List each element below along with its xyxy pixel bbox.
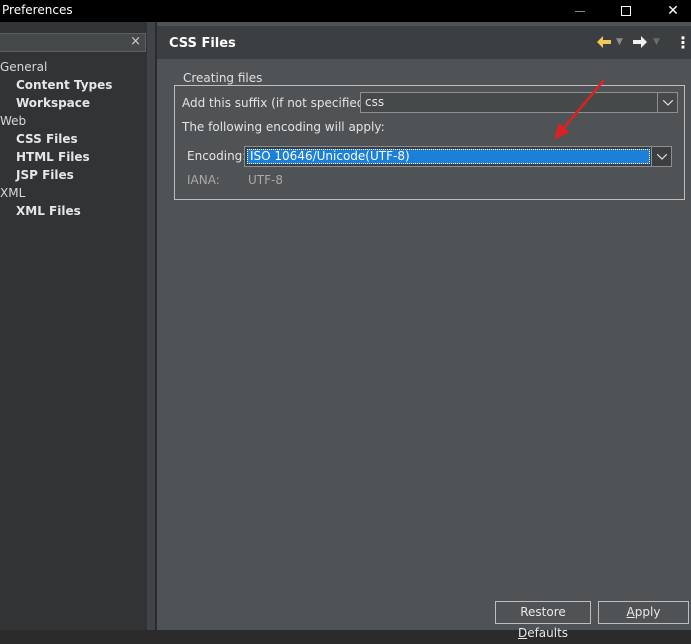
tree-item[interactable]: General: [0, 58, 47, 76]
window-title: Preferences: [2, 3, 73, 17]
close-icon: ✕: [667, 3, 679, 19]
chevron-down-icon[interactable]: [657, 93, 677, 112]
tree-item[interactable]: XML: [0, 184, 25, 202]
filter-input[interactable]: ×: [0, 33, 146, 52]
suffix-combo[interactable]: css: [360, 92, 678, 113]
title-bar: Preferences ✕: [0, 0, 691, 22]
forward-dropdown-icon[interactable]: ▼: [653, 34, 660, 50]
restore-defaults-button[interactable]: Restore Defaults: [495, 601, 591, 640]
minimize-button[interactable]: [562, 0, 598, 22]
close-button[interactable]: ✕: [655, 0, 691, 22]
view-menu-icon[interactable]: ⋮: [675, 33, 691, 52]
annotation-arrow-icon: [554, 79, 605, 140]
tree-item[interactable]: XML Files: [16, 202, 81, 220]
group-legend: Creating files: [180, 71, 266, 85]
tree-item[interactable]: HTML Files: [16, 148, 90, 166]
page-header: CSS Files ▼ ▼ ⋮: [157, 26, 691, 59]
maximize-icon: [621, 6, 631, 16]
iana-value: UTF-8: [248, 173, 283, 187]
back-arrow-icon[interactable]: [597, 34, 611, 50]
iana-label: IANA:: [187, 173, 220, 187]
forward-arrow-icon[interactable]: [633, 34, 647, 50]
tree-item[interactable]: Web: [0, 112, 26, 130]
tree-item[interactable]: JSP Files: [16, 166, 74, 184]
chevron-down-icon[interactable]: [651, 147, 671, 166]
back-dropdown-icon[interactable]: ▼: [616, 34, 623, 50]
encoding-combo[interactable]: ISO 10646/Unicode(UTF-8): [244, 146, 672, 167]
suffix-value: css: [365, 95, 385, 109]
encoding-note: The following encoding will apply:: [182, 120, 385, 134]
minimize-icon: [575, 10, 585, 12]
encoding-label: Encoding:: [187, 149, 247, 163]
maximize-button[interactable]: [608, 0, 644, 22]
tree-item[interactable]: Workspace: [16, 94, 90, 112]
encoding-value: ISO 10646/Unicode(UTF-8): [250, 149, 410, 163]
apply-button[interactable]: Apply: [598, 601, 689, 624]
tree-item[interactable]: Content Types: [16, 76, 112, 94]
suffix-label: Add this suffix (if not specified):: [182, 96, 374, 110]
sidebar-scrollbar[interactable]: [147, 22, 155, 630]
clear-filter-icon[interactable]: ×: [130, 34, 141, 49]
tree-item[interactable]: CSS Files: [16, 130, 78, 148]
page-title: CSS Files: [169, 36, 236, 51]
